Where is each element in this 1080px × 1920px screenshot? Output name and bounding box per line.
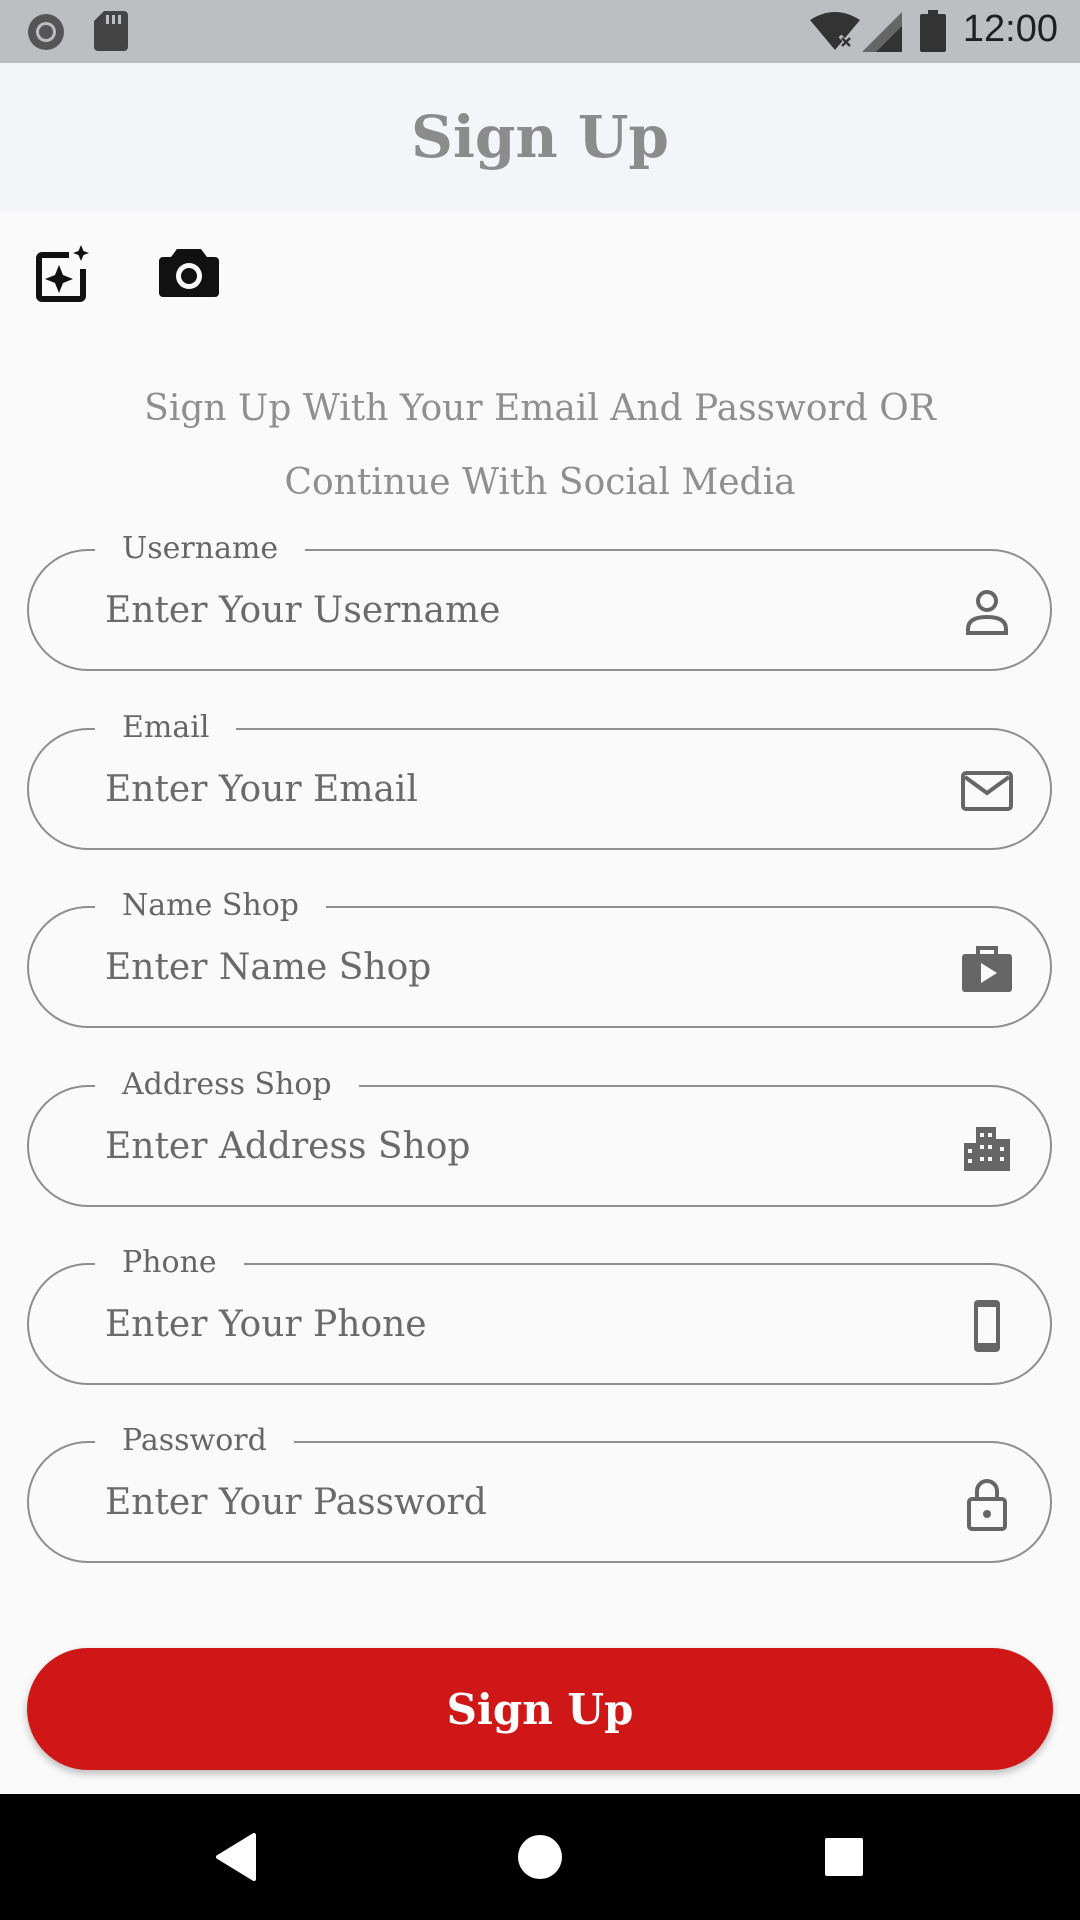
phone-label: Phone bbox=[95, 1243, 244, 1283]
camera-icon[interactable] bbox=[157, 243, 221, 307]
name-shop-label: Name Shop bbox=[95, 886, 327, 926]
email-field: Email bbox=[27, 708, 1052, 850]
lock-icon bbox=[967, 1479, 1007, 1531]
home-icon[interactable] bbox=[510, 1827, 570, 1887]
app-bar: Sign Up bbox=[0, 63, 1080, 211]
subtitle: Sign Up With Your Email And Password OR … bbox=[144, 388, 936, 503]
notification-dot-icon bbox=[28, 14, 64, 50]
phone-field: Phone bbox=[27, 1243, 1052, 1385]
phone-icon bbox=[974, 1300, 1000, 1352]
password-label: Password bbox=[95, 1421, 294, 1461]
mail-icon bbox=[961, 771, 1013, 811]
navigation-bar bbox=[0, 1794, 1080, 1920]
phone-input[interactable] bbox=[105, 1291, 905, 1357]
username-field: Username bbox=[27, 529, 1052, 671]
clock: 12:00 bbox=[962, 8, 1058, 50]
status-bar: 12:00 bbox=[0, 0, 1080, 63]
address-shop-input[interactable] bbox=[105, 1113, 905, 1179]
username-label: Username bbox=[95, 529, 306, 569]
sd-card-icon bbox=[94, 11, 128, 51]
recents-icon[interactable] bbox=[814, 1827, 874, 1887]
name-shop-input[interactable] bbox=[105, 934, 905, 1000]
page-title: Sign Up bbox=[411, 103, 669, 171]
wifi-off-icon bbox=[810, 12, 860, 50]
email-input[interactable] bbox=[105, 756, 905, 822]
battery-icon bbox=[920, 10, 946, 52]
username-input[interactable] bbox=[105, 577, 905, 643]
email-label: Email bbox=[95, 708, 237, 748]
name-shop-field: Name Shop bbox=[27, 886, 1052, 1028]
back-icon[interactable] bbox=[206, 1827, 266, 1887]
password-field: Password bbox=[27, 1421, 1052, 1563]
building-icon bbox=[964, 1127, 1010, 1171]
address-shop-field: Address Shop bbox=[27, 1065, 1052, 1207]
signal-icon bbox=[862, 12, 902, 52]
image-sparkle-icon[interactable] bbox=[31, 243, 95, 307]
address-shop-label: Address Shop bbox=[95, 1065, 359, 1105]
person-icon bbox=[966, 590, 1008, 635]
password-input[interactable] bbox=[105, 1469, 905, 1535]
shop-bag-icon bbox=[962, 946, 1012, 992]
signup-button[interactable]: Sign Up bbox=[27, 1648, 1053, 1770]
